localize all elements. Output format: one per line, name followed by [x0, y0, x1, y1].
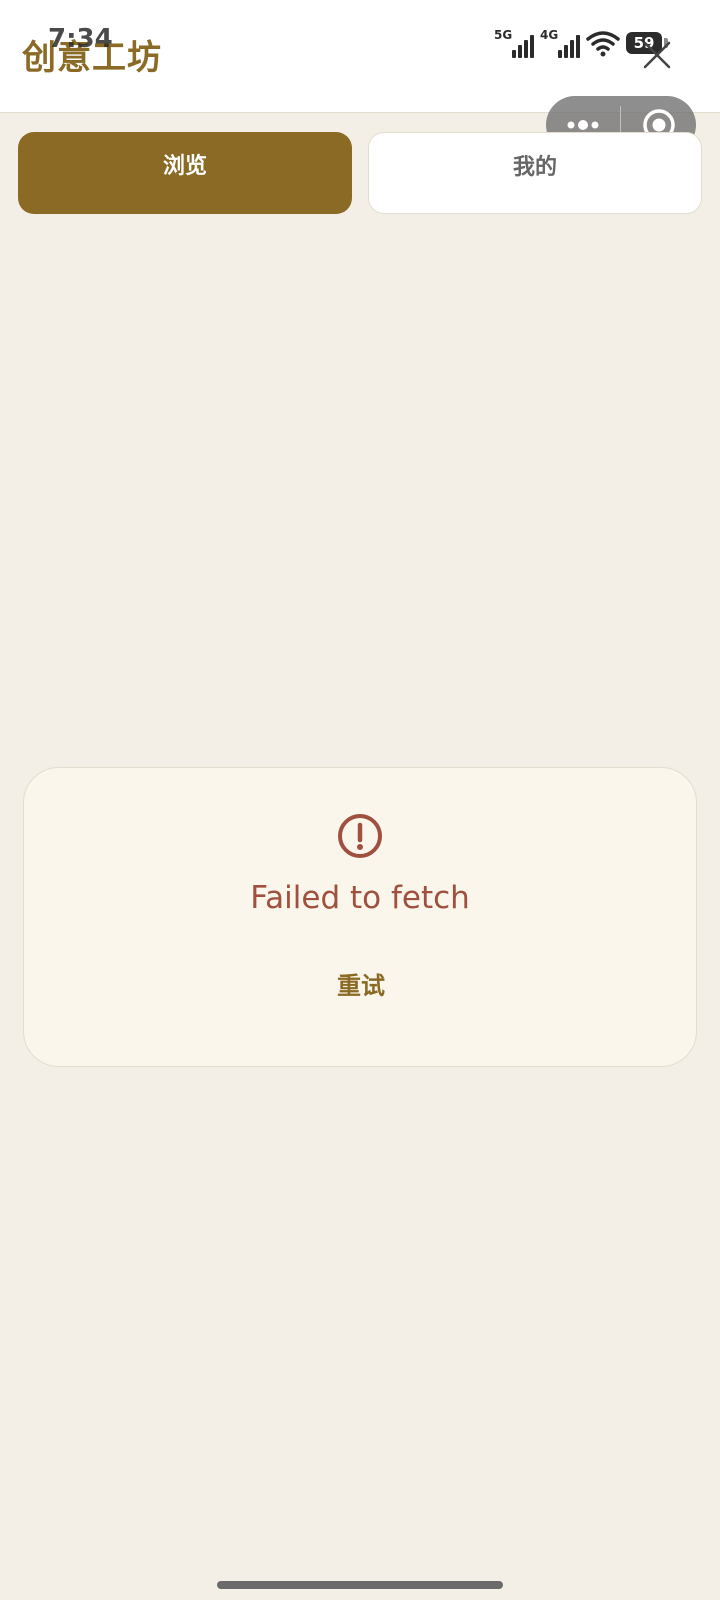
tab-mine[interactable]: 我的: [368, 132, 702, 214]
error-message: Failed to fetch: [250, 880, 470, 916]
home-indicator[interactable]: [217, 1581, 503, 1589]
network-4g-label: 4G: [540, 28, 559, 42]
network-5g-label: 5G: [494, 28, 513, 42]
network-4g-indicator: 4G: [540, 28, 580, 58]
wifi-icon: [586, 31, 620, 57]
error-card: Failed to fetch 重试: [23, 767, 697, 1067]
exclamation-circle-icon: [338, 814, 382, 858]
signal-bars-icon: [558, 35, 580, 58]
tab-browse[interactable]: 浏览: [18, 132, 352, 214]
retry-button[interactable]: 重试: [311, 958, 411, 1008]
network-5g-indicator: 5G: [494, 28, 534, 58]
close-icon[interactable]: [642, 40, 672, 70]
signal-bars-icon: [512, 35, 534, 58]
status-time: 7:34: [48, 24, 113, 54]
